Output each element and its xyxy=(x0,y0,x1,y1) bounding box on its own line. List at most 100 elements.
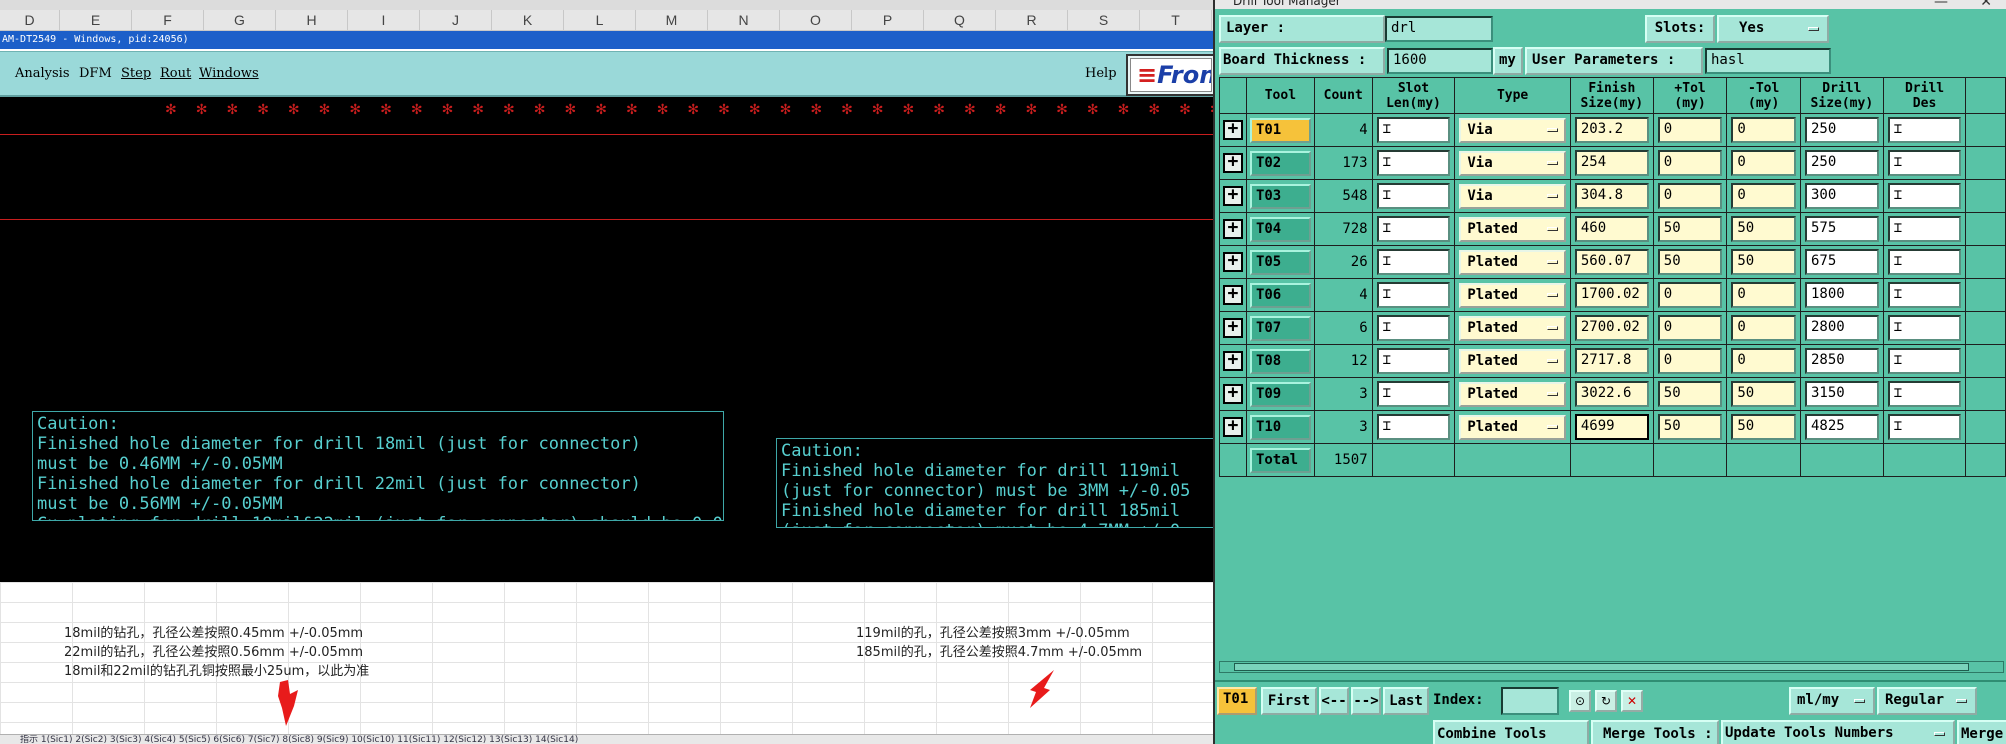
column-header[interactable]: L xyxy=(564,10,636,30)
column-header[interactable]: S xyxy=(1068,10,1140,30)
finish-size-input[interactable]: 2700.02 xyxy=(1574,315,1649,341)
type-select[interactable]: Plated xyxy=(1459,381,1566,407)
tool-button[interactable]: T06 xyxy=(1249,282,1311,308)
last-button[interactable]: Last xyxy=(1383,687,1429,715)
drill-size-input[interactable]: 675 xyxy=(1804,249,1879,275)
slot-len-input[interactable]: ⌶ xyxy=(1376,249,1451,275)
finish-size-input[interactable]: 304.8 xyxy=(1574,183,1649,209)
column-header[interactable]: G xyxy=(204,10,276,30)
drill-des-input[interactable]: ⌶ xyxy=(1887,381,1962,407)
drill-size-input[interactable]: 250 xyxy=(1804,117,1879,143)
slot-len-input[interactable]: ⌶ xyxy=(1376,282,1451,308)
slot-len-input[interactable]: ⌶ xyxy=(1376,117,1451,143)
expand-icon[interactable]: + xyxy=(1222,417,1243,437)
column-header[interactable]: J xyxy=(420,10,492,30)
plus-tol-input[interactable]: 50 xyxy=(1657,249,1723,275)
finish-size-input[interactable]: 560.07 xyxy=(1574,249,1649,275)
column-header[interactable]: K xyxy=(492,10,564,30)
user-parameters-field[interactable]: hasl xyxy=(1705,48,1831,74)
menu-dfm[interactable]: DFM xyxy=(79,66,112,81)
drill-des-input[interactable]: ⌶ xyxy=(1887,315,1962,341)
minus-tol-input[interactable]: 0 xyxy=(1731,315,1796,341)
slot-len-input[interactable]: ⌶ xyxy=(1376,414,1451,440)
minimize-icon[interactable]: — xyxy=(1934,0,1948,9)
tool-button[interactable]: T01 xyxy=(1249,117,1311,143)
combine-tools-button[interactable]: Combine Tools xyxy=(1433,720,1589,744)
cad-canvas[interactable]: ✻✻✻✻✻✻✻✻✻✻✻✻✻✻✻✻✻✻✻✻✻✻✻✻✻✻✻✻✻✻✻✻✻✻✻ Caut… xyxy=(0,97,1213,582)
tool-button[interactable]: T05 xyxy=(1249,249,1311,275)
slot-len-input[interactable]: ⌶ xyxy=(1376,150,1451,176)
column-header[interactable]: Q xyxy=(924,10,996,30)
finish-size-input[interactable]: 460 xyxy=(1574,216,1649,242)
horizontal-scrollbar[interactable] xyxy=(1219,661,2004,673)
minus-tol-input[interactable]: 0 xyxy=(1731,282,1796,308)
drill-size-input[interactable]: 250 xyxy=(1804,150,1879,176)
finish-size-input[interactable]: 4699 xyxy=(1574,414,1649,440)
minus-tol-input[interactable]: 0 xyxy=(1731,117,1796,143)
close-icon[interactable]: ✕ xyxy=(1980,0,1992,9)
type-select[interactable]: Plated xyxy=(1459,216,1566,242)
plus-tol-input[interactable]: 0 xyxy=(1657,348,1723,374)
drill-size-input[interactable]: 575 xyxy=(1804,216,1879,242)
drill-des-input[interactable]: ⌶ xyxy=(1887,183,1962,209)
slots-select[interactable]: Yes xyxy=(1717,15,1829,43)
menu-analysis[interactable]: Analysis xyxy=(15,66,70,81)
drill-des-input[interactable]: ⌶ xyxy=(1887,348,1962,374)
tool-button[interactable]: T07 xyxy=(1249,315,1311,341)
column-header[interactable]: D xyxy=(0,10,60,30)
column-header[interactable]: T xyxy=(1140,10,1212,30)
type-select[interactable]: Via xyxy=(1459,150,1566,176)
sheet-tabs[interactable]: 指示 1(Sic1) 2(Sic2) 3(Sic3) 4(Sic4) 5(Sic… xyxy=(0,734,1213,744)
minus-tol-input[interactable]: 50 xyxy=(1731,216,1796,242)
tool-button[interactable]: T04 xyxy=(1249,216,1311,242)
menu-rout[interactable]: Rout xyxy=(160,66,191,81)
drill-size-input[interactable]: 2850 xyxy=(1804,348,1879,374)
first-button[interactable]: First xyxy=(1261,687,1317,715)
merge-button[interactable]: Merge xyxy=(1957,720,2006,744)
drill-size-input[interactable]: 3150 xyxy=(1804,381,1879,407)
drill-des-input[interactable]: ⌶ xyxy=(1887,216,1962,242)
slot-len-input[interactable]: ⌶ xyxy=(1376,315,1451,341)
menu-help[interactable]: Help xyxy=(1085,66,1117,81)
column-header[interactable]: M xyxy=(636,10,708,30)
scrollbar-thumb[interactable] xyxy=(1234,663,1969,671)
type-select[interactable]: Plated xyxy=(1459,348,1566,374)
minus-tol-input[interactable]: 50 xyxy=(1731,381,1796,407)
drill-size-input[interactable]: 1800 xyxy=(1804,282,1879,308)
next-button[interactable]: --> xyxy=(1351,687,1381,715)
expand-icon[interactable]: + xyxy=(1222,285,1243,305)
tool-button[interactable]: T03 xyxy=(1249,183,1311,209)
type-select[interactable]: Via xyxy=(1459,117,1566,143)
expand-icon[interactable]: + xyxy=(1222,351,1243,371)
minus-tol-input[interactable]: 0 xyxy=(1731,183,1796,209)
finish-size-input[interactable]: 254 xyxy=(1574,150,1649,176)
tool-button[interactable]: T10 xyxy=(1249,414,1311,440)
slot-len-input[interactable]: ⌶ xyxy=(1376,183,1451,209)
type-select[interactable]: Plated xyxy=(1459,315,1566,341)
drill-des-input[interactable]: ⌶ xyxy=(1887,150,1962,176)
slot-len-input[interactable]: ⌶ xyxy=(1376,216,1451,242)
column-header[interactable]: O xyxy=(780,10,852,30)
drill-des-input[interactable]: ⌶ xyxy=(1887,117,1962,143)
drill-des-input[interactable]: ⌶ xyxy=(1887,249,1962,275)
column-header[interactable]: P xyxy=(852,10,924,30)
expand-icon[interactable]: + xyxy=(1222,384,1243,404)
menu-step[interactable]: Step xyxy=(121,66,151,81)
reload-icon[interactable]: ↻ xyxy=(1595,690,1617,712)
spreadsheet-cells[interactable]: 18mil的钻孔，孔径公差按照0.45mm +/-0.05mm 22mil的钻孔… xyxy=(0,582,1213,734)
column-header[interactable]: H xyxy=(276,10,348,30)
plus-tol-input[interactable]: 50 xyxy=(1657,381,1723,407)
type-select[interactable]: Plated xyxy=(1459,414,1566,440)
type-select[interactable]: Via xyxy=(1459,183,1566,209)
index-field[interactable] xyxy=(1501,687,1559,715)
column-header[interactable]: F xyxy=(132,10,204,30)
column-header[interactable]: N xyxy=(708,10,780,30)
expand-icon[interactable]: + xyxy=(1222,219,1243,239)
tool-button[interactable]: T02 xyxy=(1249,150,1311,176)
plus-tol-input[interactable]: 50 xyxy=(1657,216,1723,242)
expand-icon[interactable]: + xyxy=(1222,120,1243,140)
units-select[interactable]: ml/my xyxy=(1789,687,1875,715)
expand-icon[interactable]: + xyxy=(1222,186,1243,206)
drill-size-input[interactable]: 4825 xyxy=(1804,414,1879,440)
type-select[interactable]: Plated xyxy=(1459,249,1566,275)
